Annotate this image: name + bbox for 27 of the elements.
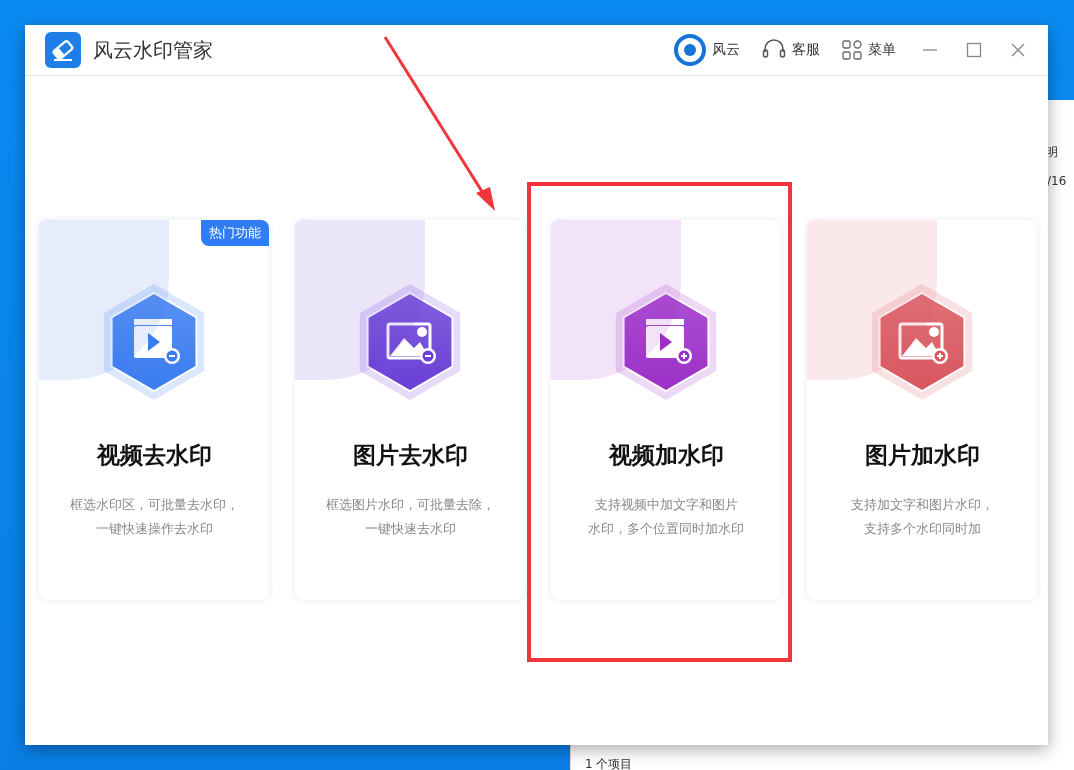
hot-badge: 热门功能 bbox=[201, 220, 269, 246]
feature-card[interactable]: 热门功能 视频去水印 框选水印区，可批量去水印， 一键快速操作去水印 bbox=[39, 220, 269, 600]
card-title: 视频去水印 bbox=[96, 441, 212, 470]
status-text: 1 个项目 bbox=[585, 756, 633, 770]
minimize-icon bbox=[922, 49, 938, 51]
support-button[interactable]: 客服 bbox=[762, 39, 820, 61]
window-title: 风云水印管家 bbox=[93, 36, 213, 64]
maximize-button[interactable] bbox=[964, 40, 984, 60]
headset-icon bbox=[762, 39, 786, 61]
card-description: 支持加文字和图片水印， 支持多个水印同时加 bbox=[850, 496, 994, 538]
feature-card[interactable]: 视频加水印 支持视频中加文字和图片 水印，多个位置同时加水印 bbox=[551, 220, 781, 600]
close-icon bbox=[1010, 42, 1026, 58]
eraser-logo-icon bbox=[45, 32, 81, 68]
ring-logo-icon bbox=[674, 34, 706, 66]
brand-link[interactable]: 风云 bbox=[674, 34, 740, 66]
maximize-icon bbox=[966, 42, 982, 58]
card-description: 框选图片水印，可批量去除， 一键快速去水印 bbox=[325, 496, 495, 538]
menu-button[interactable]: 菜单 bbox=[842, 40, 896, 60]
grid-menu-icon bbox=[842, 40, 862, 60]
card-title: 图片加水印 bbox=[864, 441, 980, 470]
card-title: 视频加水印 bbox=[608, 441, 724, 470]
feature-card[interactable]: 图片加水印 支持加文字和图片水印， 支持多个水印同时加 bbox=[807, 220, 1037, 600]
feature-card[interactable]: 图片去水印 框选图片水印，可批量去除， 一键快速去水印 bbox=[295, 220, 525, 600]
card-title: 图片去水印 bbox=[352, 441, 468, 470]
card-description: 支持视频中加文字和图片 水印，多个位置同时加水印 bbox=[588, 496, 744, 538]
date-text: /16 bbox=[1047, 174, 1067, 188]
card-description: 框选水印区，可批量去水印， 一键快速操作去水印 bbox=[69, 496, 239, 538]
